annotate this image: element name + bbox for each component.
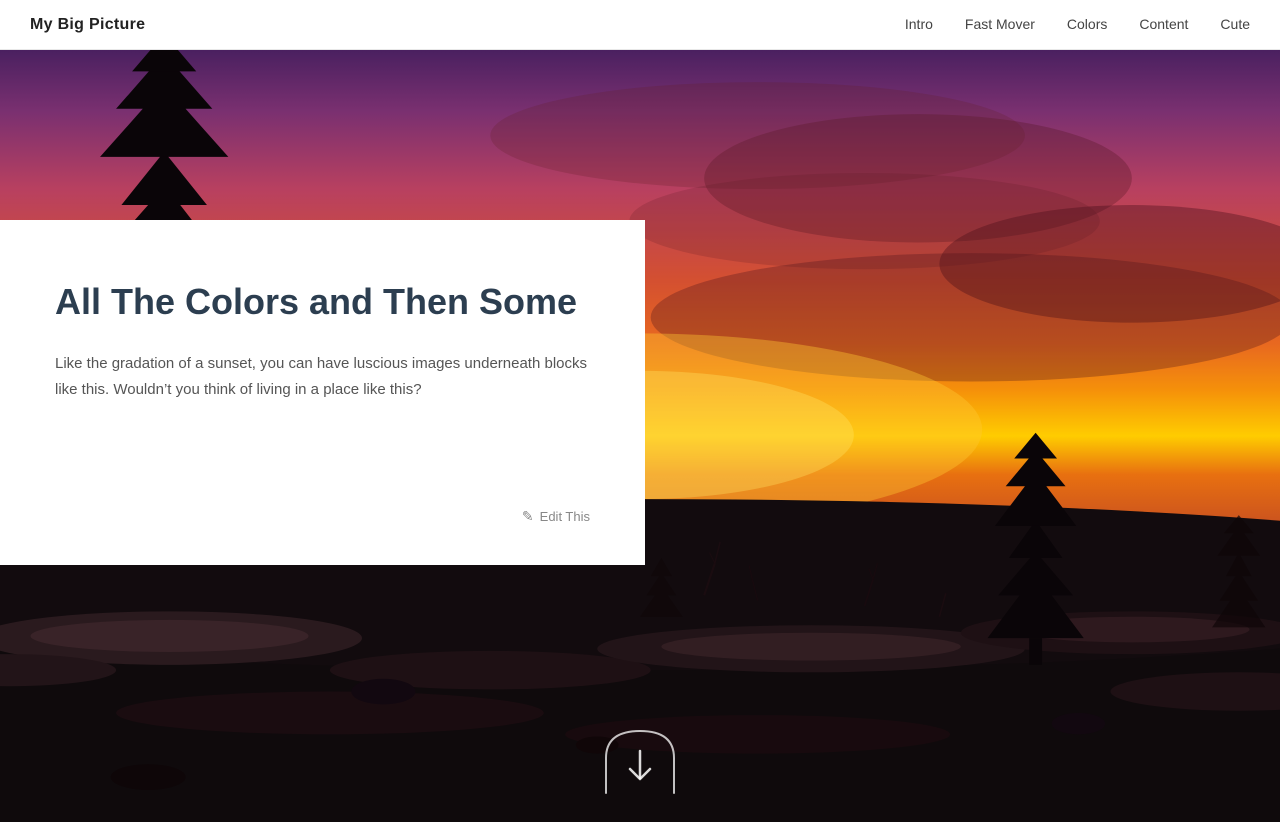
nav-links: Intro Fast Mover Colors Content Cute [905,16,1250,34]
edit-icon: ✎ [522,508,534,525]
content-card: All The Colors and Then Some Like the gr… [0,220,645,565]
site-title: My Big Picture [30,16,145,34]
hero-section: All The Colors and Then Some Like the gr… [0,50,1280,822]
nav-link-cute[interactable]: Cute [1220,16,1250,32]
edit-link[interactable]: ✎ Edit This [55,508,590,525]
nav-item-intro[interactable]: Intro [905,16,933,34]
nav-link-intro[interactable]: Intro [905,16,933,32]
scroll-down-button[interactable] [598,723,682,807]
nav-item-content[interactable]: Content [1139,16,1188,34]
nav-item-colors[interactable]: Colors [1067,16,1107,34]
card-heading: All The Colors and Then Some [55,280,590,323]
nav-link-content[interactable]: Content [1139,16,1188,32]
card-body: Like the gradation of a sunset, you can … [55,351,590,478]
nav-link-colors[interactable]: Colors [1067,16,1107,32]
navbar: My Big Picture Intro Fast Mover Colors C… [0,0,1280,50]
edit-label: Edit This [540,509,590,524]
nav-item-cute[interactable]: Cute [1220,16,1250,34]
nav-item-fast-mover[interactable]: Fast Mover [965,16,1035,34]
nav-link-fast-mover[interactable]: Fast Mover [965,16,1035,32]
